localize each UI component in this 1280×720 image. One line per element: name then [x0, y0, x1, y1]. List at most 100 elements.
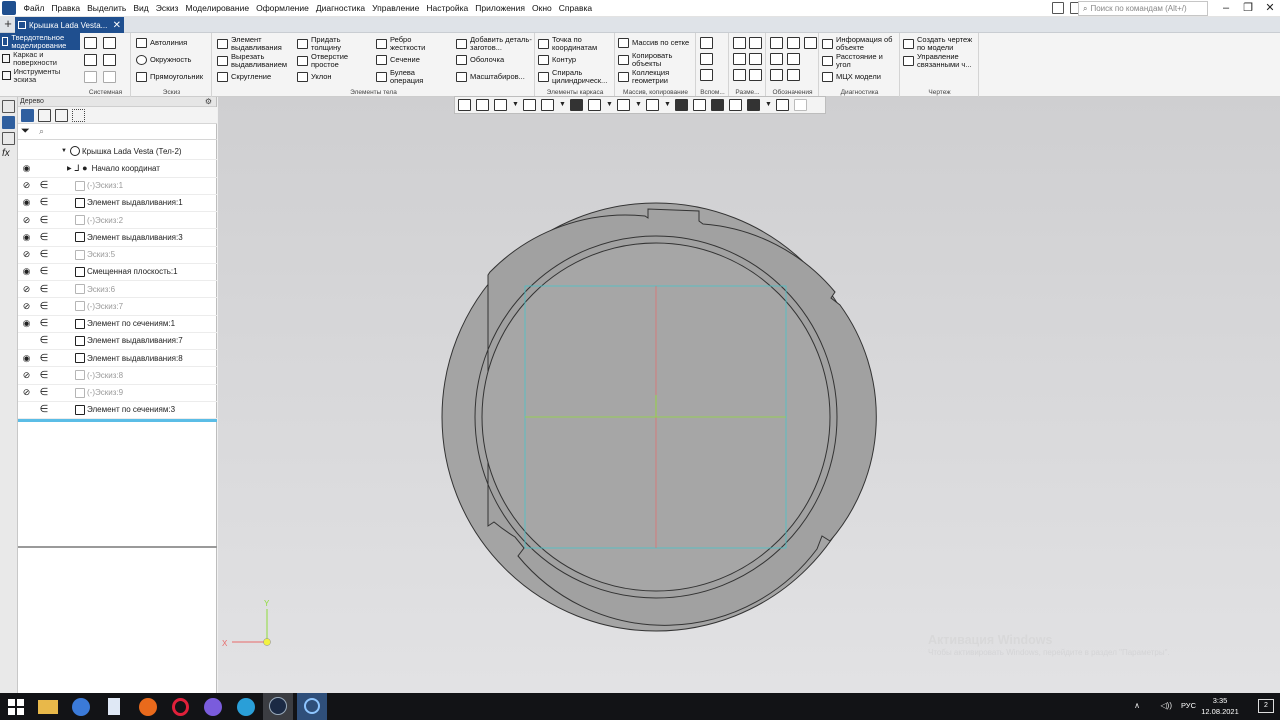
rectangle-button[interactable]: Прямоугольник	[136, 72, 203, 82]
properties-view-icon[interactable]	[776, 99, 789, 111]
filter-icon[interactable]: ⏷	[21, 125, 33, 138]
roughness-icon[interactable]	[770, 37, 783, 49]
marking-icon[interactable]	[770, 69, 783, 81]
menu-manage[interactable]: Управление	[369, 3, 423, 13]
menu-edit[interactable]: Правка	[48, 3, 84, 13]
zoom-window-icon[interactable]	[476, 99, 489, 111]
pan-icon[interactable]	[523, 99, 536, 111]
eye-hidden-icon[interactable]: ⊘	[18, 284, 35, 295]
document-tab[interactable]: Крышка Lada Vesta... ✕	[15, 17, 124, 33]
linked-drawings-button[interactable]: Управление связанными ч...	[903, 53, 979, 68]
cloud-app-icon[interactable]	[72, 698, 90, 716]
app-logo-icon[interactable]	[2, 1, 16, 15]
notification-center-icon[interactable]: 2	[1258, 699, 1274, 713]
telegram-icon[interactable]	[237, 698, 255, 716]
tree-row-origin[interactable]: ◉ ▶ ⅃ ● Начало координат	[18, 160, 217, 178]
extrude-button[interactable]: Элемент выдавливания	[217, 36, 295, 51]
eye-icon[interactable]: ◉	[18, 197, 35, 208]
tree-search-icon[interactable]: ⌕	[39, 126, 44, 137]
undo-icon[interactable]	[84, 71, 97, 83]
filter-dropdown-icon[interactable]: ▼	[765, 99, 772, 111]
eye-hidden-icon[interactable]: ⊘	[18, 387, 35, 398]
collapse-icon[interactable]: ▶	[67, 165, 72, 172]
membership-icon[interactable]: ∈	[35, 301, 53, 312]
membership-icon[interactable]: ∈	[35, 197, 53, 208]
draft-button[interactable]: Уклон	[297, 72, 332, 82]
structure-view-icon[interactable]	[38, 109, 51, 122]
tree-row[interactable]: ◉ ∈ Элемент по сечениям:1	[18, 316, 217, 333]
tree-row[interactable]: ⊘ ∈ (-)Эскиз:2	[18, 212, 217, 230]
properties-icon[interactable]	[2, 132, 15, 145]
eye-icon[interactable]: ◉	[18, 232, 35, 243]
eye-hidden-icon[interactable]: ⊘	[18, 180, 35, 191]
zoom-fit-icon[interactable]	[458, 99, 471, 111]
helix-button[interactable]: Спираль цилиндрическ...	[538, 69, 614, 84]
menu-settings[interactable]: Настройка	[423, 3, 472, 13]
messenger-icon[interactable]	[204, 698, 222, 716]
section-button[interactable]: Сечение	[376, 55, 420, 65]
membership-icon[interactable]: ∈	[35, 180, 53, 191]
grid-array-button[interactable]: Массив по сетке	[618, 38, 689, 48]
section-view-icon[interactable]	[617, 99, 630, 111]
menu-select[interactable]: Выделить	[84, 3, 130, 13]
geometry-collection-button[interactable]: Коллекция геометрии	[618, 69, 694, 84]
object-info-button[interactable]: Информация об объекте	[822, 36, 900, 51]
windows-start-icon[interactable]	[8, 699, 24, 715]
shaded-display-icon[interactable]	[570, 99, 583, 111]
add-blank-button[interactable]: Добавить деталь-заготов...	[456, 36, 534, 51]
diameter-dim-icon[interactable]	[749, 53, 762, 65]
selection-view-icon[interactable]	[72, 109, 85, 122]
tree-row[interactable]: ∈ Элемент выдавливания:7	[18, 333, 217, 350]
new-file-icon[interactable]	[84, 37, 97, 49]
filter-funnel-icon[interactable]	[747, 99, 760, 111]
snap-icon[interactable]	[711, 99, 724, 111]
menu-modeling[interactable]: Моделирование	[182, 3, 253, 13]
tree-row[interactable]: ∈ Элемент по сечениям:3	[18, 402, 217, 419]
eye-hidden-icon[interactable]: ⊘	[18, 215, 35, 226]
eye-hidden-icon[interactable]: ⊘	[18, 370, 35, 381]
circle-button[interactable]: Окружность	[136, 55, 191, 65]
menu-help[interactable]: Справка	[555, 3, 595, 13]
mode-frame-surfaces[interactable]: Каркас и поверхности	[0, 50, 80, 67]
close-tab-icon[interactable]: ✕	[113, 20, 121, 31]
membership-icon[interactable]: ∈	[35, 335, 53, 346]
create-drawing-button[interactable]: Создать чертеж по модели	[903, 36, 979, 51]
mode-solid[interactable]: Твердотельное моделирование	[0, 33, 80, 50]
wireframe-display-icon[interactable]	[588, 99, 601, 111]
local-cs-icon[interactable]	[729, 99, 742, 111]
contour-button[interactable]: Контур	[538, 55, 576, 65]
variables-icon[interactable]: fx	[2, 148, 15, 161]
command-search-input[interactable]: ⌕ Поиск по командам (Alt+/)	[1078, 1, 1208, 16]
eye-icon[interactable]: ◉	[18, 266, 35, 277]
tray-expand-icon[interactable]: ∧	[1134, 701, 1140, 710]
thread-icon[interactable]	[787, 53, 800, 65]
section-dropdown-icon[interactable]: ▼	[635, 99, 642, 111]
angle-dim-icon[interactable]	[733, 53, 746, 65]
save-file-icon[interactable]	[103, 54, 116, 66]
tree-row[interactable]: ◉ ∈ Элемент выдавливания:8	[18, 350, 217, 368]
menu-diagnostics[interactable]: Диагностика	[312, 3, 368, 13]
tree-row[interactable]: ◉ ∈ Элемент выдавливания:3	[18, 229, 217, 247]
gear-icon[interactable]: ⚙	[205, 97, 212, 107]
auto-dim-icon[interactable]	[733, 69, 746, 81]
menu-window[interactable]: Окно	[528, 3, 555, 13]
tree-row[interactable]: ⊘ ∈ (-)Эскиз:9	[18, 385, 217, 402]
aux-line-icon[interactable]	[700, 69, 713, 81]
text-note-icon[interactable]	[787, 69, 800, 81]
kompas-taskbar-button[interactable]	[297, 693, 327, 720]
restore-button[interactable]: ❐	[1238, 0, 1258, 17]
aux-plane-icon[interactable]	[700, 53, 713, 65]
tolerance-icon[interactable]	[804, 37, 817, 49]
tree-row[interactable]: ◉ ∈ Смещенная плоскость:1	[18, 264, 217, 281]
tree-row[interactable]: ⊘ ∈ (-)Эскиз:8	[18, 367, 217, 385]
objects-view-icon[interactable]	[55, 109, 68, 122]
panel-toggle-icon[interactable]	[2, 100, 15, 113]
shell-thickness-button[interactable]: Придать толщину	[297, 36, 357, 51]
membership-icon[interactable]: ∈	[35, 404, 53, 415]
mass-props-button[interactable]: МЦХ модели	[822, 72, 881, 82]
print-icon[interactable]	[84, 54, 97, 66]
linear-dim-icon[interactable]	[733, 37, 746, 49]
membership-icon[interactable]: ∈	[35, 318, 53, 329]
expand-icon[interactable]: ▼	[61, 148, 67, 154]
opera-icon[interactable]	[172, 698, 189, 716]
